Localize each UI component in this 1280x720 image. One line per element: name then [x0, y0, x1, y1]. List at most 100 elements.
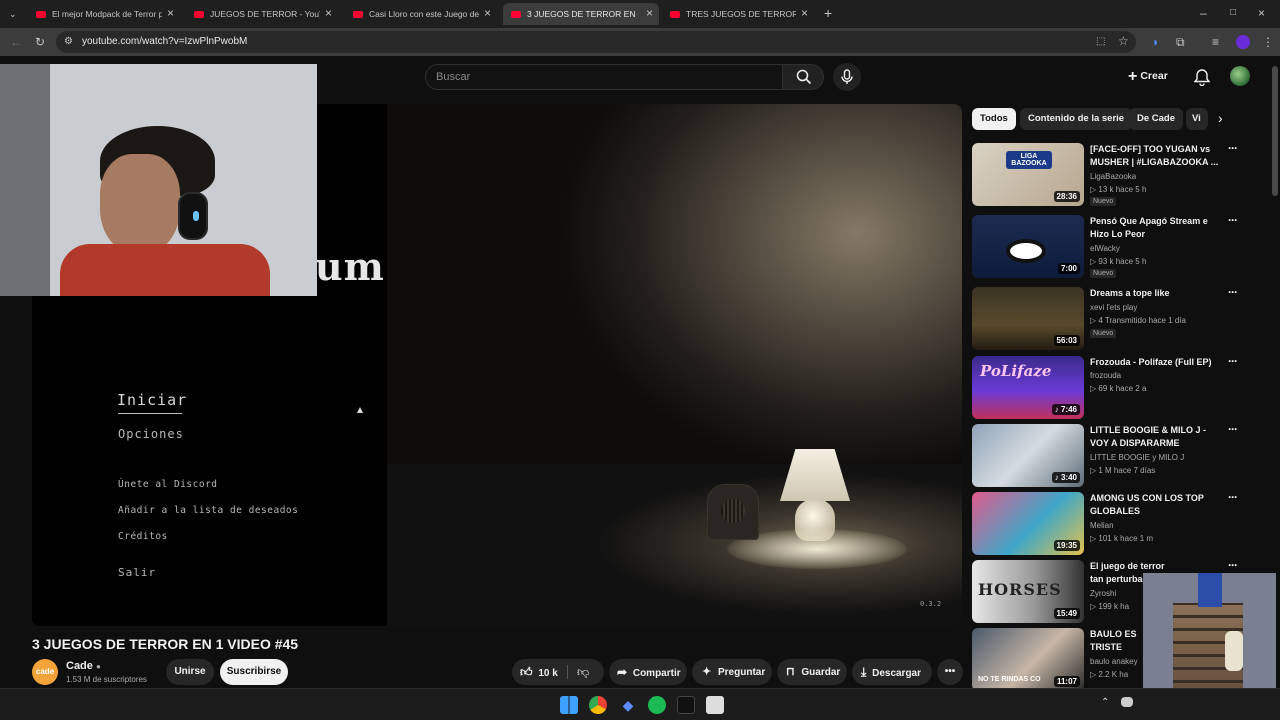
capcut-icon[interactable] — [677, 696, 695, 714]
bookmark-star-icon[interactable]: ☆ — [1118, 34, 1129, 48]
video-thumbnail[interactable]: HORSES 15:49 — [972, 560, 1084, 623]
menu-discord[interactable]: Únete al Discord — [118, 479, 218, 490]
page-scrollbar[interactable] — [1272, 66, 1278, 196]
chip-all[interactable]: Todos — [972, 108, 1016, 130]
video-title[interactable]: Frozouda - Polifaze (Full EP) — [1090, 356, 1225, 369]
channel-name[interactable]: LigaBazooka — [1090, 172, 1136, 181]
browser-menu-icon[interactable]: ⋮ — [1262, 35, 1274, 49]
maximize-icon[interactable]: □ — [1230, 6, 1236, 20]
tab-2[interactable]: Casi Lloro con este Juego de Te × — [345, 3, 497, 25]
join-button[interactable]: Unirse — [166, 659, 214, 685]
menu-credits[interactable]: Créditos — [118, 531, 168, 542]
channel-name[interactable]: baulo anakey — [1090, 657, 1138, 666]
video-title[interactable]: Pensó Que Apagó Stream e Hizo Lo Peor — [1090, 215, 1225, 241]
game-app-icon[interactable] — [706, 696, 724, 714]
windows-start-icon[interactable] — [560, 696, 578, 714]
channel-avatar[interactable]: cade — [32, 659, 58, 685]
channel-name[interactable]: xevi l'ets play — [1090, 303, 1137, 312]
recommendation-item[interactable]: ♪ 3:40 LITTLE BOOGIE & MILO J - VOY A DI… — [972, 422, 1262, 488]
chrome-icon[interactable] — [589, 696, 607, 714]
menu-exit[interactable]: Salir — [118, 566, 156, 579]
download-button[interactable]: ⤓ Descargar — [852, 659, 932, 685]
chip-partial[interactable]: Vi — [1186, 108, 1208, 130]
chips-next-icon[interactable]: › — [1218, 110, 1223, 126]
new-badge: Nuevo — [1090, 329, 1117, 338]
spotify-icon[interactable] — [648, 696, 666, 714]
close-window-icon[interactable]: × — [1258, 6, 1265, 20]
chip-series[interactable]: Contenido de la serie — [1020, 108, 1133, 130]
video-thumbnail[interactable]: ♪ 3:40 — [972, 424, 1084, 487]
account-avatar[interactable] — [1230, 66, 1250, 86]
channel-name[interactable]: frozouda — [1090, 371, 1121, 380]
install-app-icon[interactable]: ⬚ — [1096, 35, 1105, 49]
tab-0[interactable]: El mejor Modpack de Terror pa × — [28, 3, 180, 25]
address-bar[interactable]: ⚙ youtube.com/watch?v=IzwPlnPwobM ⬚ ☆ — [56, 31, 1136, 53]
close-tab-icon[interactable]: × — [167, 6, 174, 20]
channel-name[interactable]: Melian — [1090, 521, 1114, 530]
tab-4[interactable]: TRES JUEGOS DE TERROR - You × — [662, 3, 814, 25]
video-title[interactable]: BAULO ES TRISTE — [1090, 628, 1150, 654]
close-tab-icon[interactable]: × — [325, 6, 332, 20]
more-options-icon[interactable]: ··· — [1228, 354, 1238, 368]
more-actions-button[interactable]: ••• — [937, 659, 963, 685]
minimize-icon[interactable]: – — [1200, 6, 1207, 20]
more-options-icon[interactable]: ··· — [1228, 490, 1238, 504]
site-info-icon[interactable]: ⚙ — [64, 35, 73, 49]
notifications-bell-icon[interactable] — [1194, 68, 1210, 86]
menu-wishlist[interactable]: Añadir a la lista de deseados — [118, 505, 298, 516]
more-options-icon[interactable]: ··· — [1228, 141, 1238, 155]
channel-name[interactable]: Cade ● — [66, 660, 101, 672]
more-options-icon[interactable]: ··· — [1228, 213, 1238, 227]
video-title[interactable]: LITTLE BOOGIE & MILO J - VOY A DISPARARM… — [1090, 424, 1225, 450]
close-tab-icon[interactable]: × — [646, 6, 653, 20]
more-options-icon[interactable]: ··· — [1228, 558, 1238, 572]
more-options-icon[interactable]: ··· — [1228, 285, 1238, 299]
video-title[interactable]: [FACE-OFF] TOO YUGAN vs MUSHER | #LIGABA… — [1090, 143, 1225, 169]
media-control-icon[interactable]: ≡ — [1212, 35, 1219, 49]
back-icon[interactable]: ← — [10, 35, 22, 49]
video-title[interactable]: AMONG US CON LOS TOP GLOBALES — [1090, 492, 1225, 518]
tab-3-active[interactable]: 3 JUEGOS DE TERROR EN 1 VID × — [503, 3, 659, 25]
video-thumbnail[interactable]: PoLifaze ♪ 7:46 — [972, 356, 1084, 419]
tray-discord-icon[interactable] — [1121, 697, 1133, 707]
channel-name[interactable]: elWacky — [1090, 244, 1120, 253]
more-options-icon[interactable]: ··· — [1228, 422, 1238, 436]
recommendation-item[interactable]: LIGA BAZOOKA 28:36 [FACE-OFF] TOO YUGAN … — [972, 141, 1262, 207]
reload-icon[interactable]: ↻ — [35, 35, 45, 49]
video-thumbnail[interactable]: LIGA BAZOOKA 28:36 — [972, 143, 1084, 206]
search-input[interactable]: Buscar — [425, 64, 783, 90]
tab-search-icon[interactable]: ⌄ — [9, 7, 17, 21]
close-tab-icon[interactable]: × — [484, 6, 491, 20]
close-tab-icon[interactable]: × — [801, 6, 808, 20]
share-button[interactable]: ➦ Compartir — [609, 659, 687, 685]
save-button[interactable]: ⊓ Guardar — [777, 659, 847, 685]
video-thumbnail[interactable]: 56:03 — [972, 287, 1084, 350]
menu-options[interactable]: Opciones — [118, 427, 184, 441]
video-thumbnail[interactable]: 7:00 — [972, 215, 1084, 278]
recommendation-item[interactable]: 19:35 AMONG US CON LOS TOP GLOBALES Meli… — [972, 490, 1262, 556]
new-tab-button[interactable]: + — [824, 6, 832, 20]
tab-1[interactable]: JUEGOS DE TERROR - YouTube × — [186, 3, 338, 25]
chip-from-channel[interactable]: De Cade — [1129, 108, 1184, 130]
extension-blue-icon[interactable]: ◗ — [1152, 35, 1159, 49]
video-thumbnail[interactable]: NO TE RINDAS CO 11:07 — [972, 628, 1084, 691]
video-title[interactable]: Dreams a tope like — [1090, 287, 1225, 300]
video-thumbnail[interactable]: 19:35 — [972, 492, 1084, 555]
ask-button[interactable]: ✦ Preguntar — [692, 659, 772, 685]
search-button[interactable] — [782, 64, 824, 90]
recommendation-item[interactable]: PoLifaze ♪ 7:46 Frozouda - Polifaze (Ful… — [972, 354, 1262, 420]
subscribe-button[interactable]: Suscribirse — [220, 659, 288, 685]
create-button[interactable]: + Crear — [1128, 64, 1168, 88]
recommendation-item[interactable]: 56:03 Dreams a tope like xevi l'ets play… — [972, 285, 1262, 351]
app-blue-icon[interactable]: ◆ — [619, 696, 637, 714]
channel-name[interactable]: Zyroshi — [1090, 589, 1116, 598]
profile-avatar-icon[interactable] — [1236, 35, 1250, 49]
tray-chevron-icon[interactable]: ⌃ — [1101, 697, 1109, 708]
extensions-puzzle-icon[interactable]: ⧉ — [1176, 35, 1185, 49]
menu-start[interactable]: Iniciar — [117, 391, 187, 409]
recommendation-item[interactable]: 7:00 Pensó Que Apagó Stream e Hizo Lo Pe… — [972, 213, 1262, 279]
channel-name[interactable]: LITTLE BOOGIE y MILO J — [1090, 453, 1184, 462]
like-button[interactable]: 👍︎ 10 k — [520, 659, 558, 685]
voice-search-button[interactable] — [833, 63, 861, 91]
dislike-button[interactable]: 👎︎ — [577, 659, 589, 685]
